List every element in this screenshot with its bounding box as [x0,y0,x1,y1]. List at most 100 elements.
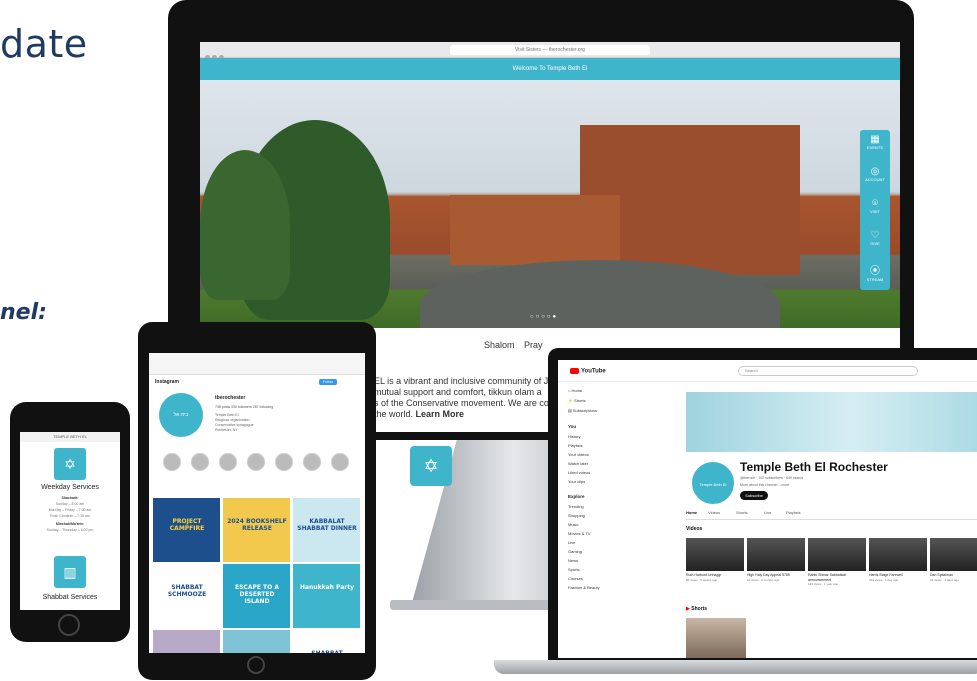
post-caption: SHABBAT SCHMOOZE [167,584,207,598]
video-card[interactable]: Ruth Harbord Unhaggr 85 views · 5 weeks a… [686,538,744,582]
post-caption: SHABBAT [296,650,358,653]
video-card[interactable]: Rabbi Shivaz Sabbatical announcement 140 … [808,538,866,586]
video-thumbnail[interactable] [747,538,805,571]
sidebar-item-explore[interactable]: Shopping [568,513,585,518]
highlight-item[interactable] [247,453,265,471]
highlight-item[interactable] [219,453,237,471]
sidebar-item-you[interactable]: Playlists [568,443,583,448]
highlight-item[interactable] [303,453,321,471]
post-thumbnail[interactable]: KABBALAT SHABBAT DINNER [293,498,360,562]
sidebar-section-you[interactable]: You [568,424,576,429]
post-caption: PROJECT CAMPFIRE [169,518,205,532]
highlight-item[interactable] [163,453,181,471]
tablet-home-button[interactable] [247,656,265,674]
tab-playlists[interactable]: Playlists [786,510,801,515]
side-item-visit[interactable]: ⌾ VISIT [860,194,890,226]
broadcast-icon: ⦿ [870,266,880,277]
sidebar-item-home[interactable]: ⌂ Home [568,388,582,393]
nav-pray[interactable]: Pray [524,340,543,350]
slider-dots[interactable]: ○○○○● [530,314,558,320]
tablet-browser-bar [149,353,365,375]
nav-shalom[interactable]: Shalom [484,340,515,350]
post-caption: Hanukkah Party [299,584,355,591]
channel-description[interactable]: More about this channel ...more [740,483,789,487]
post-thumbnail[interactable]: 2024 BOOKSHELF RELEASE [223,498,290,562]
video-thumbnail[interactable] [869,538,927,571]
play-icon [570,368,579,374]
video-thumbnail[interactable] [686,538,744,571]
sidebar-item-explore[interactable]: Sports [568,567,580,572]
sidebar-item-you[interactable]: Your videos [568,452,589,457]
story-highlights [155,453,359,477]
video-meta: 85 views · 5 weeks ago [686,577,718,582]
side-item-give[interactable]: ♡ GIVE [860,226,890,258]
post-caption: KABBALAT SHABBAT DINNER [297,518,357,532]
follow-button[interactable]: Follow [319,379,337,385]
address-bar[interactable]: Visit Sisters — tberochester.org [450,45,650,55]
weekday-services-title: Weekday Services [41,484,99,491]
sidebar-item-explore[interactable]: Gaming [568,549,582,554]
post-thumbnail[interactable]: ESCAPE TO A DESERTED ISLAND [223,564,290,628]
sidebar-item-explore[interactable]: Courses [568,576,583,581]
channel-banner [686,392,977,452]
video-card[interactable]: Dan Spitalman 18 views · 3 days ago [930,538,977,582]
channel-avatar[interactable]: Temple Beth El [690,460,736,506]
profile-avatar[interactable]: בית אל [159,393,203,437]
tab-home[interactable]: Home [686,510,697,515]
channel-meta: @tberoch · 102 subscribers · 649 videos [740,476,804,480]
video-meta: 11 views · 2 months ago [747,577,780,582]
sidebar-item-you[interactable]: Watch later [568,461,588,466]
post-thumbnail[interactable]: SHABBAT [293,630,360,653]
video-title: Rabbi Shivaz Sabbatical announcement [808,573,846,582]
learn-more-link[interactable]: Learn More [416,409,465,419]
search-input[interactable]: Search [738,366,918,376]
youtube-logo[interactable]: YouTube [570,368,606,375]
sidebar-item-you[interactable]: Liked videos [568,470,590,475]
video-card[interactable]: Harris Stage Farewell 310 views · 1 day a… [869,538,927,582]
side-item-stream[interactable]: ⦿ STREAM [860,258,890,290]
tab-shorts[interactable]: Shorts [736,510,748,515]
highlight-item[interactable] [191,453,209,471]
torah-icon[interactable]: ▥ [54,556,86,588]
side-item-account[interactable]: ◎ ACCOUNT [860,162,890,194]
sidebar-item-explore[interactable]: Music [568,522,578,527]
post-thumbnail[interactable]: Hanukkah Party [293,564,360,628]
channel-tabs: Home Videos Shorts Live Playlists [686,510,977,520]
star-of-david-icon[interactable]: ✡ [54,448,86,480]
tab-videos[interactable]: Videos [708,510,720,515]
sidebar-item-explore[interactable]: Fashion & Beauty [568,585,600,590]
tab-live[interactable]: Live [764,510,771,515]
short-thumbnail[interactable] [686,618,746,658]
post-thumbnail[interactable] [223,630,290,653]
hero-image [200,80,900,350]
sidebar-item-explore[interactable]: Live [568,540,575,545]
post-caption: 2024 BOOKSHELF RELEASE [227,518,287,532]
sidebar-item-explore[interactable]: Movies & TV [568,531,591,536]
video-thumbnail[interactable] [808,538,866,571]
post-thumbnail[interactable]: PROJECT CAMPFIRE [153,498,220,562]
calendar-icon: ▦ [870,134,880,145]
location-icon: ⌾ [872,198,878,209]
post-thumbnail[interactable] [153,630,220,653]
highlight-item[interactable] [275,453,293,471]
video-thumbnail[interactable] [930,538,977,571]
channel-name: Temple Beth El Rochester [740,460,888,474]
sidebar-item-shorts[interactable]: ⚡ Shorts [568,398,586,403]
sidebar-item-subscriptions[interactable]: ▤ Subscriptions [568,408,597,413]
highlight-item[interactable] [331,453,349,471]
page-heading-fragment: date [0,22,88,66]
sidebar-item-explore[interactable]: News [568,558,578,563]
channel-heading-fragment: nel: [0,300,47,325]
subscribe-button[interactable]: Subscribe [740,491,768,500]
post-thumbnail[interactable]: SHABBAT SCHMOOZE [153,564,220,628]
sidebar-item-you[interactable]: Your clips [568,479,585,484]
post-caption: ESCAPE TO A DESERTED ISLAND [235,584,279,605]
sidebar-item-you[interactable]: History [568,434,580,439]
shorts-icon: ▶ [686,606,690,612]
side-item-events[interactable]: ▦ EVENTS [860,130,890,162]
video-card[interactable]: High Holy Day Appeal 5785 11 views · 2 mo… [747,538,805,582]
tree-graphic [200,150,290,300]
phone-home-button[interactable] [58,614,80,636]
star-of-david-icon[interactable]: ✡ [410,446,452,486]
sidebar-item-explore[interactable]: Trending [568,504,584,509]
